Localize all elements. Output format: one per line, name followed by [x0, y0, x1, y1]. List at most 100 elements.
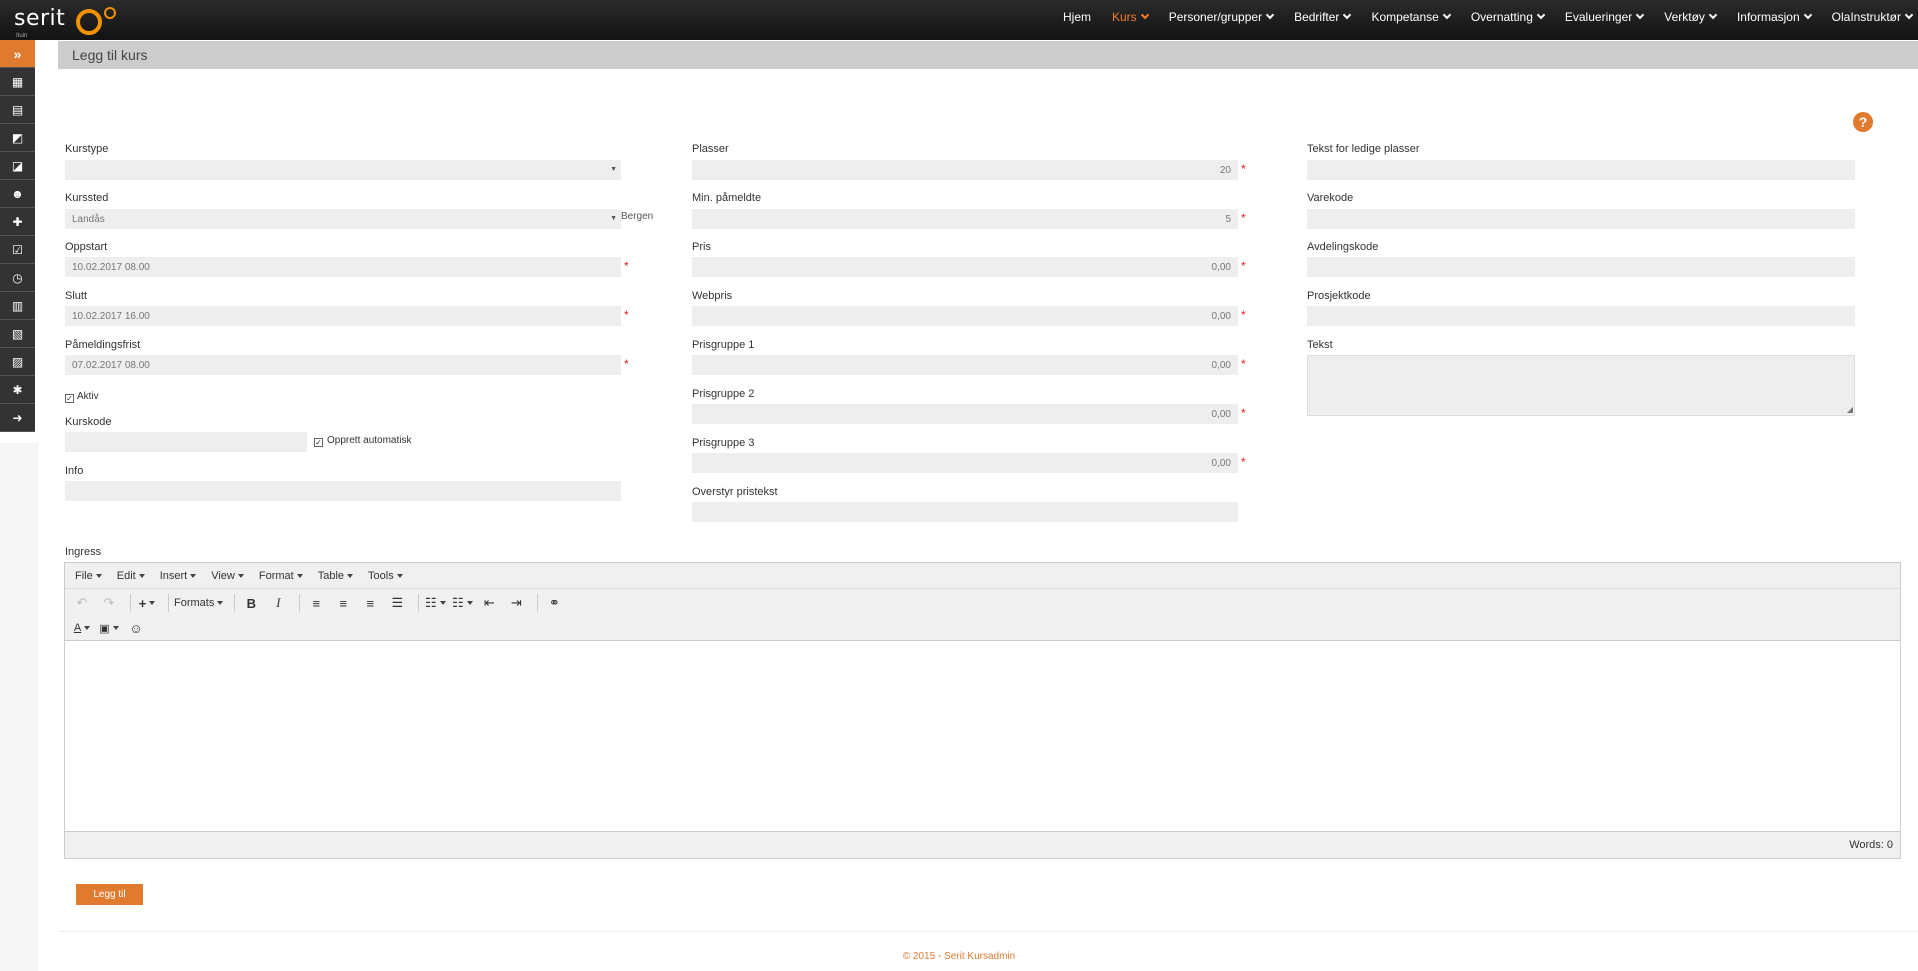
- nav-item-overnatting[interactable]: Overnatting: [1471, 10, 1546, 24]
- nav-item-hjem[interactable]: Hjem: [1063, 10, 1091, 24]
- editor-menubar: File Edit Insert View Format Table Tools: [65, 563, 1900, 589]
- align-center-icon[interactable]: ≡: [332, 592, 354, 614]
- kurssted-select[interactable]: Landås ▼: [65, 209, 621, 229]
- tekst-ledige-plasser-label: Tekst for ledige plasser: [1307, 143, 1420, 155]
- webpris-input[interactable]: 0,00: [692, 306, 1238, 326]
- varekode-input[interactable]: [1307, 209, 1855, 229]
- toolbar-separator: [537, 594, 539, 612]
- indent-icon[interactable]: ⇥: [505, 592, 527, 614]
- kurssted-value: Landås: [72, 213, 105, 225]
- align-left-icon[interactable]: ≡: [305, 592, 327, 614]
- formats-dropdown[interactable]: Formats: [174, 597, 224, 609]
- bullet-list-icon[interactable]: ☷: [424, 592, 446, 614]
- sidebar-item-course-list[interactable]: ◪: [0, 152, 35, 180]
- editor-menu-file[interactable]: File: [75, 570, 102, 582]
- editor-toolbar: ↶ ↷ + Formats B I ≡ ≡ ≡ ☰ ☷ ☷ ⇤ ⇥ ⚭ A ▣ …: [65, 589, 1900, 641]
- chevron-down-icon: [95, 573, 102, 578]
- editor-menu-edit[interactable]: Edit: [117, 570, 145, 582]
- insert-plus-icon[interactable]: +: [136, 592, 158, 614]
- bold-icon[interactable]: B: [240, 592, 262, 614]
- sidebar-toggle-button[interactable]: »: [0, 40, 35, 68]
- overstyr-pristekst-input[interactable]: [692, 502, 1238, 522]
- required-marker: *: [1241, 162, 1246, 176]
- main-nav: Hjem Kurs Personer/grupper Bedrifter Kompeta…: [1042, 0, 1914, 34]
- chevron-down-icon: [1803, 10, 1812, 20]
- kurskode-input[interactable]: [65, 432, 307, 452]
- pris-input[interactable]: 0,00: [692, 257, 1238, 277]
- min-pameldte-input[interactable]: 5: [692, 209, 1238, 229]
- avdelingskode-label: Avdelingskode: [1307, 241, 1379, 253]
- editor-menu-tools[interactable]: Tools: [368, 570, 403, 582]
- prisgruppe1-input[interactable]: 0,00: [692, 355, 1238, 375]
- prisgruppe2-input[interactable]: 0,00: [692, 404, 1238, 424]
- nav-item-informasjon[interactable]: Informasjon: [1737, 10, 1812, 24]
- oppstart-input[interactable]: 10.02.2017 08.00: [65, 257, 621, 277]
- nav-item-olainstruktør[interactable]: OlaInstruktør: [1832, 10, 1914, 24]
- slutt-input[interactable]: 10.02.2017 16.00: [65, 306, 621, 326]
- sidebar-item-add-document[interactable]: ▨: [0, 348, 35, 376]
- info-label: Info: [65, 465, 84, 477]
- align-justify-icon[interactable]: ☰: [386, 592, 408, 614]
- editor-menu-insert[interactable]: Insert: [160, 570, 197, 582]
- sidebar-item-clock[interactable]: ◷: [0, 264, 35, 292]
- nav-item-evalueringer[interactable]: Evalueringer: [1565, 10, 1645, 24]
- prisgruppe3-input[interactable]: 0,00: [692, 453, 1238, 473]
- editor-content-area[interactable]: [65, 642, 1900, 830]
- sidebar-item-settings[interactable]: ✱: [0, 376, 35, 404]
- sidebar-item-schedule[interactable]: ▤: [0, 96, 35, 124]
- varekode-label: Varekode: [1307, 192, 1354, 204]
- kurstype-select[interactable]: ▼: [65, 160, 621, 180]
- aktiv-checkbox[interactable]: ✓: [65, 394, 74, 403]
- editor-menu-format[interactable]: Format: [259, 570, 303, 582]
- editor-statusbar: Words: 0: [65, 831, 1900, 858]
- sidebar-item-logout[interactable]: ➜: [0, 404, 35, 432]
- sidebar-item-add-person[interactable]: ✚: [0, 208, 35, 236]
- avdelingskode-input[interactable]: [1307, 257, 1855, 277]
- help-icon[interactable]: ?: [1853, 112, 1873, 132]
- italic-icon[interactable]: I: [267, 592, 289, 614]
- nav-item-verktøy[interactable]: Verktøy: [1664, 10, 1718, 24]
- chevron-down-icon: [84, 626, 91, 630]
- sidebar-item-person-search[interactable]: ☻: [0, 180, 35, 208]
- kurssted-label: Kurssted: [65, 192, 109, 204]
- ingress-rich-text-editor: File Edit Insert View Format Table Tools ↶ ↷ +…: [64, 562, 1901, 859]
- editor-menu-table[interactable]: Table: [318, 570, 354, 582]
- sidebar-item-document[interactable]: ▥: [0, 292, 35, 320]
- toolbar-separator: [168, 594, 169, 612]
- prosjektkode-input[interactable]: [1307, 306, 1855, 326]
- legg-til-button[interactable]: Legg til: [76, 884, 143, 905]
- outdent-icon[interactable]: ⇤: [478, 592, 500, 614]
- nav-item-kompetanse[interactable]: Kompetanse: [1371, 10, 1452, 24]
- nav-item-bedrifter[interactable]: Bedrifter: [1294, 10, 1352, 24]
- nav-item-label: Kurs: [1112, 10, 1137, 24]
- nav-item-kurs[interactable]: Kurs: [1112, 10, 1149, 24]
- background-color-icon[interactable]: ▣: [98, 617, 120, 639]
- align-right-icon[interactable]: ≡: [359, 592, 381, 614]
- plasser-input[interactable]: 20: [692, 160, 1238, 180]
- add-document-icon: ▨: [11, 354, 24, 369]
- sidebar-item-report[interactable]: ▧: [0, 320, 35, 348]
- info-input[interactable]: [65, 481, 621, 501]
- logo-small-ring-icon: [104, 7, 116, 19]
- text-color-icon[interactable]: A: [71, 617, 93, 639]
- redo-icon[interactable]: ↷: [98, 592, 120, 614]
- resize-handle-icon[interactable]: ◢: [1847, 405, 1853, 414]
- nav-item-personer-grupper[interactable]: Personer/grupper: [1169, 10, 1275, 24]
- opprett-automatisk-checkbox[interactable]: ✓: [314, 438, 323, 447]
- link-icon[interactable]: ⚭: [543, 592, 565, 614]
- tekst-textarea[interactable]: ◢: [1307, 355, 1855, 416]
- required-marker: *: [1241, 259, 1246, 273]
- logo-ring-icon: [76, 9, 102, 35]
- sidebar-item-calendar[interactable]: ▦: [0, 68, 35, 96]
- page-title: Legg til kurs: [72, 47, 148, 63]
- tekst-ledige-plasser-input[interactable]: [1307, 160, 1855, 180]
- overstyr-pristekst-label: Overstyr pristekst: [692, 486, 778, 498]
- undo-icon[interactable]: ↶: [71, 592, 93, 614]
- sidebar-item-course-search[interactable]: ◩: [0, 124, 35, 152]
- editor-menu-view[interactable]: View: [211, 570, 244, 582]
- emoticon-icon[interactable]: ☺: [125, 617, 147, 639]
- sidebar-item-checklist[interactable]: ☑: [0, 236, 35, 264]
- pameldingsfrist-input[interactable]: 07.02.2017 08.00: [65, 355, 621, 375]
- numbered-list-icon[interactable]: ☷: [451, 592, 473, 614]
- prisgruppe1-label: Prisgruppe 1: [692, 339, 755, 351]
